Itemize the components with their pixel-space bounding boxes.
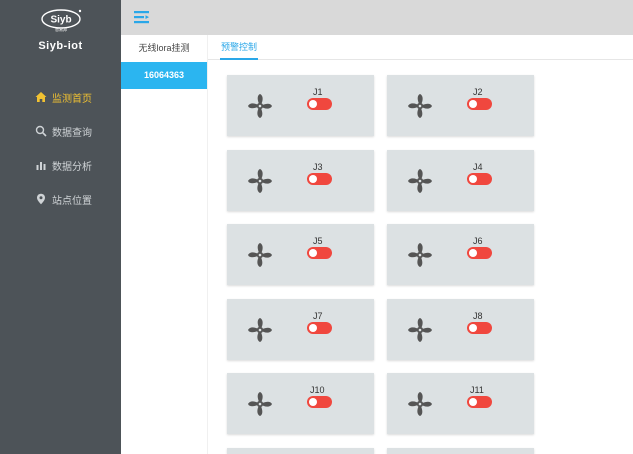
relay-toggle-switch[interactable] — [307, 98, 332, 110]
tab-bar: 预警控制 — [208, 35, 633, 60]
relay-label: J7 — [313, 311, 323, 321]
app-root: Siyb 思易邦 Siyb-iot 监测首页 数据查询 数据分析 站点位置 无线… — [0, 0, 633, 454]
relay-card: J1 — [227, 75, 374, 136]
brand-name: Siyb-iot — [38, 40, 83, 52]
sidebar-item-label: 数据查询 — [52, 127, 92, 139]
relay-toggle-switch[interactable] — [467, 322, 492, 334]
sidebar-item-label: 数据分析 — [52, 161, 92, 173]
sidebar-item-data-query[interactable]: 数据查询 — [0, 114, 121, 148]
fan-icon — [405, 166, 435, 196]
device-list-panel: 无线lora挂测 16064363 — [121, 35, 208, 454]
relay-card: J2 — [387, 75, 534, 136]
relay-label: J10 — [310, 385, 325, 395]
toggle-knob — [469, 324, 477, 332]
main-content: 预警控制 J1 J2 J3 J4 J5 J6 J7 J8 J10 J11 — [208, 35, 633, 454]
search-icon — [35, 125, 47, 137]
relay-toggle-switch[interactable] — [467, 98, 492, 110]
relay-toggle-switch[interactable] — [307, 247, 332, 259]
brand-logo: Siyb 思易邦 — [41, 9, 82, 32]
relay-label: J1 — [313, 87, 323, 97]
relay-label: J3 — [313, 162, 323, 172]
fan-icon — [405, 91, 435, 121]
toggle-knob — [309, 324, 317, 332]
relay-label: J4 — [473, 162, 483, 172]
menu-toggle-icon[interactable] — [133, 9, 151, 25]
toggle-knob — [469, 175, 477, 183]
fan-icon — [245, 91, 275, 121]
svg-text:Siyb: Siyb — [50, 15, 71, 26]
relay-toggle-switch[interactable] — [467, 396, 492, 408]
sidebar: Siyb 思易邦 Siyb-iot 监测首页 数据查询 数据分析 站点位置 — [0, 0, 121, 454]
relay-toggle-switch[interactable] — [467, 173, 492, 185]
sidebar-item-label: 站点位置 — [52, 195, 92, 207]
relay-card: J6 — [387, 224, 534, 285]
fan-icon — [245, 240, 275, 270]
home-icon — [35, 91, 47, 103]
fan-icon — [245, 315, 275, 345]
relay-card: J5 — [227, 224, 374, 285]
relay-label: J11 — [470, 385, 484, 395]
fan-icon — [405, 315, 435, 345]
sidebar-item-label: 监测首页 — [52, 93, 92, 105]
relay-label: J5 — [313, 236, 323, 246]
fan-icon — [405, 389, 435, 419]
fan-icon — [405, 240, 435, 270]
relay-card: J3 — [227, 150, 374, 211]
relay-card: J11 — [387, 373, 534, 434]
sidebar-item-site-location[interactable]: 站点位置 — [0, 182, 121, 216]
relay-toggle-switch[interactable] — [307, 173, 332, 185]
relay-card-partial — [387, 448, 534, 454]
toggle-knob — [309, 175, 317, 183]
relay-card: J7 — [227, 299, 374, 360]
relay-label: J6 — [473, 236, 483, 246]
relay-card: J10 — [227, 373, 374, 434]
sidebar-nav: 监测首页 数据查询 数据分析 站点位置 — [0, 80, 121, 216]
relay-card: J4 — [387, 150, 534, 211]
toggle-knob — [469, 249, 477, 257]
relay-label: J8 — [473, 311, 483, 321]
toggle-knob — [469, 398, 477, 406]
fan-icon — [245, 166, 275, 196]
relay-toggle-switch[interactable] — [307, 322, 332, 334]
bar-chart-icon — [35, 159, 47, 171]
relay-toggle-switch[interactable] — [467, 247, 492, 259]
relay-card: J8 — [387, 299, 534, 360]
device-group-title: 无线lora挂测 — [138, 43, 190, 53]
sidebar-item-data-analysis[interactable]: 数据分析 — [0, 148, 121, 182]
device-item-selected[interactable]: 16064363 — [121, 62, 207, 89]
relay-label: J2 — [473, 87, 483, 97]
sidebar-item-monitor-home[interactable]: 监测首页 — [0, 80, 121, 114]
location-pin-icon — [35, 193, 47, 205]
toggle-knob — [309, 100, 317, 108]
relay-toggle-switch[interactable] — [307, 396, 332, 408]
toggle-knob — [309, 398, 317, 406]
toggle-knob — [309, 249, 317, 257]
toggle-knob — [469, 100, 477, 108]
fan-icon — [245, 389, 275, 419]
top-bar — [121, 0, 633, 35]
svg-text:思易邦: 思易邦 — [55, 26, 67, 32]
relay-card-partial — [227, 448, 374, 454]
tab-alarm-control[interactable]: 预警控制 — [220, 35, 259, 60]
